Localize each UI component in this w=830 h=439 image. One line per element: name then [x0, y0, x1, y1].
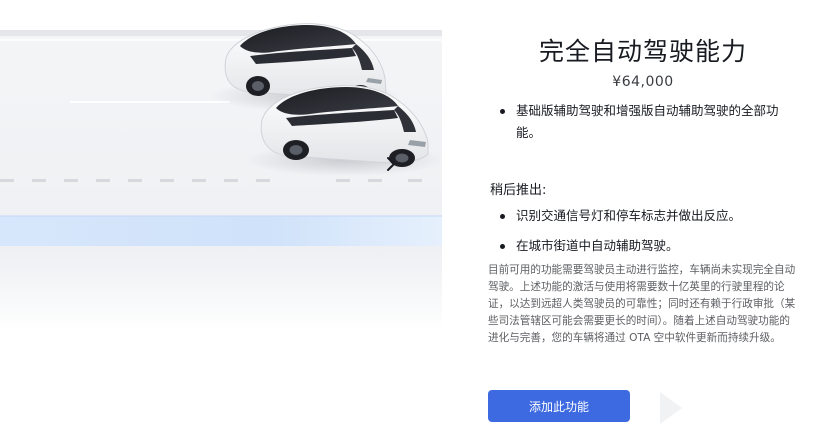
page: 完全自动驾驶能力 ¥64,000 基础版辅助驾驶和增强版自动辅助驾驶的全部功能。…	[0, 0, 830, 439]
feature-title: 完全自动驾驶能力	[538, 37, 747, 66]
feature-details-panel: 完全自动驾驶能力 ¥64,000 基础版辅助驾驶和增强版自动辅助驾驶的全部功能。…	[488, 0, 798, 439]
carousel-next-button[interactable]	[378, 150, 404, 178]
add-feature-button[interactable]: 添加此功能	[488, 390, 630, 422]
list-item: 基础版辅助驾驶和增强版自动辅助驾驶的全部功能。	[498, 100, 794, 144]
coming-soon-list: 识别交通信号灯和停车标志并做出反应。 在城市街道中自动辅助驾驶。	[498, 205, 794, 265]
coming-soon-label: 稍后推出:	[490, 183, 547, 198]
feature-price: ¥64,000	[612, 74, 674, 90]
road-scene-illustration	[0, 23, 442, 439]
list-item: 识别交通信号灯和停车标志并做出反应。	[498, 205, 794, 227]
play-arrow-icon	[660, 392, 682, 424]
list-item: 在城市街道中自动辅助驾驶。	[498, 235, 794, 257]
highlighted-lane	[0, 216, 442, 246]
disclaimer-text: 目前可用的功能需要驾驶员主动进行监控，车辆尚未实现完全自动驾驶。上述功能的激活与…	[488, 264, 796, 344]
included-features-list: 基础版辅助驾驶和增强版自动辅助驾驶的全部功能。	[498, 100, 794, 144]
feature-image	[0, 0, 442, 439]
curb-line	[0, 30, 442, 36]
chevron-right-icon	[387, 157, 395, 171]
